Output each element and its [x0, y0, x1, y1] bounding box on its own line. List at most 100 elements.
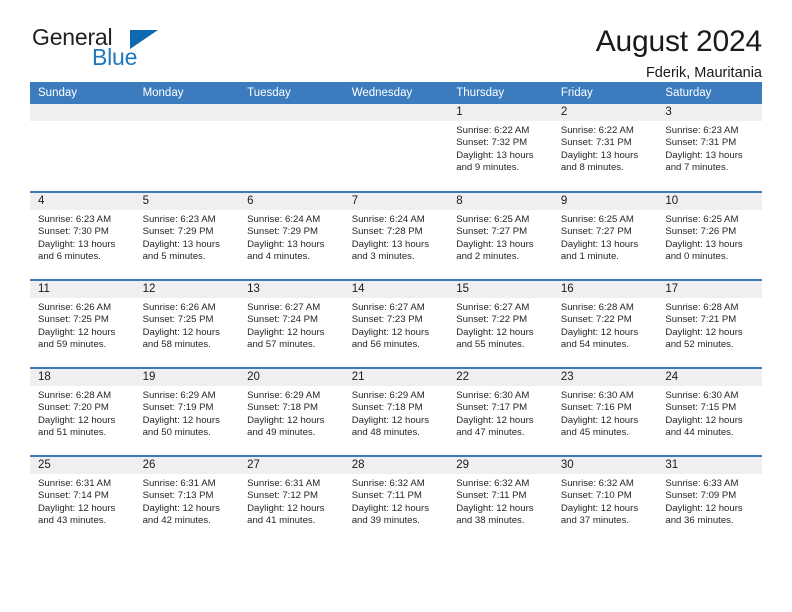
calendar-day-cell[interactable]: 4 Sunrise: 6:23 AM Sunset: 7:30 PM Daylight…	[30, 191, 135, 280]
sunset-time: Sunset: 7:13 PM	[142, 490, 214, 502]
sunset-time: Sunset: 7:16 PM	[560, 402, 632, 414]
calendar-day-cell[interactable]: 9 Sunrise: 6:25 AM Sunset: 7:27 PM Daylight…	[552, 191, 658, 280]
sunrise-time: Sunrise: 6:29 AM	[247, 390, 321, 401]
calendar-day-cell[interactable]: 16 Sunrise: 6:28 AM Sunset: 7:22 PM Dayligh…	[552, 279, 658, 368]
daylight-duration-line2: and 57 minutes.	[247, 339, 316, 351]
daylight-duration-line1: Daylight: 13 hours	[142, 238, 220, 250]
calendar-day-cell[interactable]: 24 Sunrise: 6:30 AM Sunset: 7:15 PM Dayligh…	[657, 367, 762, 456]
calendar-day-cell[interactable]: 10 Sunrise: 6:25 AM Sunset: 7:26 PM Dayligh…	[657, 191, 762, 280]
day-number: 17	[657, 281, 762, 298]
sunset-time: Sunset: 7:21 PM	[665, 314, 737, 326]
calendar-day-cell[interactable]: 30 Sunrise: 6:32 AM Sunset: 7:10 PM Dayligh…	[552, 455, 658, 544]
day-number: 20	[239, 369, 344, 386]
calendar-day-cell	[343, 104, 449, 192]
day-number: 12	[134, 281, 240, 298]
calendar-day-cell[interactable]: 7 Sunrise: 6:24 AM Sunset: 7:28 PM Daylight…	[343, 191, 449, 280]
calendar-day-cell[interactable]: 21 Sunrise: 6:29 AM Sunset: 7:18 PM Dayligh…	[343, 367, 449, 456]
day-details: Sunrise: 6:27 AM Sunset: 7:24 PM Daylight:…	[239, 298, 344, 352]
day-cell-content	[343, 104, 449, 191]
sunset-time: Sunset: 7:29 PM	[142, 226, 214, 238]
calendar-day-cell[interactable]: 8 Sunrise: 6:25 AM Sunset: 7:27 PM Daylight…	[448, 191, 553, 280]
day-number: 22	[448, 369, 553, 386]
calendar-day-cell[interactable]: 18 Sunrise: 6:28 AM Sunset: 7:20 PM Dayligh…	[30, 367, 135, 456]
sunset-time: Sunset: 7:31 PM	[665, 137, 737, 149]
weekday-header-row: Sunday Monday Tuesday Wednesday Thursday…	[30, 82, 762, 104]
day-details: Sunrise: 6:29 AM Sunset: 7:19 PM Daylight:…	[135, 386, 240, 440]
daylight-duration-line2: and 50 minutes.	[142, 427, 211, 439]
calendar-day-cell[interactable]: 2 Sunrise: 6:22 AM Sunset: 7:31 PM Daylight…	[552, 104, 658, 192]
day-cell-content: 12 Sunrise: 6:26 AM Sunset: 7:25 PM Dayligh…	[134, 281, 240, 367]
calendar-week-row: 25 Sunrise: 6:31 AM Sunset: 7:14 PM Dayligh…	[30, 455, 762, 544]
daylight-duration-line2: and 45 minutes.	[560, 427, 630, 439]
calendar-day-cell[interactable]: 11 Sunrise: 6:26 AM Sunset: 7:25 PM Dayligh…	[30, 279, 135, 368]
sunrise-time: Sunrise: 6:23 AM	[142, 214, 216, 225]
calendar-day-cell[interactable]: 13 Sunrise: 6:27 AM Sunset: 7:24 PM Dayligh…	[239, 279, 344, 368]
calendar-day-cell[interactable]: 3 Sunrise: 6:23 AM Sunset: 7:31 PM Daylight…	[657, 104, 762, 192]
daylight-duration-line2: and 38 minutes.	[456, 515, 525, 527]
calendar-day-cell[interactable]: 22 Sunrise: 6:30 AM Sunset: 7:17 PM Dayligh…	[448, 367, 553, 456]
calendar-day-cell[interactable]: 15 Sunrise: 6:27 AM Sunset: 7:22 PM Dayligh…	[448, 279, 553, 368]
calendar-day-cell[interactable]: 25 Sunrise: 6:31 AM Sunset: 7:14 PM Dayligh…	[30, 455, 135, 544]
sunset-time: Sunset: 7:31 PM	[560, 137, 632, 149]
daylight-duration-line1: Daylight: 13 hours	[560, 149, 639, 161]
calendar-day-cell[interactable]: 14 Sunrise: 6:27 AM Sunset: 7:23 PM Dayligh…	[343, 279, 449, 368]
sunrise-time: Sunrise: 6:28 AM	[665, 302, 739, 313]
weekday-header-wednesday: Wednesday	[343, 82, 449, 104]
calendar-day-cell[interactable]: 28 Sunrise: 6:32 AM Sunset: 7:11 PM Dayligh…	[343, 455, 449, 544]
day-cell-content: 28 Sunrise: 6:32 AM Sunset: 7:11 PM Dayligh…	[343, 457, 449, 544]
calendar-day-cell[interactable]: 26 Sunrise: 6:31 AM Sunset: 7:13 PM Dayligh…	[134, 455, 240, 544]
sunset-time: Sunset: 7:10 PM	[560, 490, 632, 502]
day-details: Sunrise: 6:23 AM Sunset: 7:31 PM Daylight:…	[657, 121, 762, 175]
day-number: 25	[30, 457, 135, 474]
daylight-duration-line2: and 6 minutes.	[38, 251, 101, 263]
sunset-time: Sunset: 7:18 PM	[351, 402, 423, 414]
day-details: Sunrise: 6:28 AM Sunset: 7:20 PM Daylight:…	[30, 386, 135, 440]
day-cell-content: 2 Sunrise: 6:22 AM Sunset: 7:31 PM Daylight…	[552, 104, 658, 191]
calendar-day-cell[interactable]: 23 Sunrise: 6:30 AM Sunset: 7:16 PM Dayligh…	[552, 367, 658, 456]
calendar-day-cell[interactable]: 27 Sunrise: 6:31 AM Sunset: 7:12 PM Dayligh…	[239, 455, 344, 544]
daylight-duration-line1: Daylight: 12 hours	[351, 414, 430, 426]
calendar-day-cell[interactable]: 5 Sunrise: 6:23 AM Sunset: 7:29 PM Daylight…	[134, 191, 240, 280]
calendar-day-cell[interactable]: 12 Sunrise: 6:26 AM Sunset: 7:25 PM Dayligh…	[134, 279, 240, 368]
weekday-header-thursday: Thursday	[448, 82, 553, 104]
calendar-day-cell[interactable]: 20 Sunrise: 6:29 AM Sunset: 7:18 PM Dayligh…	[239, 367, 344, 456]
day-details: Sunrise: 6:24 AM Sunset: 7:28 PM Daylight:…	[344, 210, 449, 264]
daylight-duration-line2: and 42 minutes.	[142, 515, 211, 527]
calendar-day-cell[interactable]: 6 Sunrise: 6:24 AM Sunset: 7:29 PM Daylight…	[239, 191, 344, 280]
daylight-duration-line2: and 47 minutes.	[456, 427, 525, 439]
day-details: Sunrise: 6:32 AM Sunset: 7:11 PM Daylight:…	[344, 474, 449, 528]
daylight-duration-line1: Daylight: 12 hours	[665, 502, 743, 514]
daylight-duration-line1: Daylight: 12 hours	[560, 414, 639, 426]
calendar-day-cell[interactable]: 19 Sunrise: 6:29 AM Sunset: 7:19 PM Dayligh…	[134, 367, 240, 456]
sunrise-time: Sunrise: 6:32 AM	[560, 478, 634, 489]
sunrise-time: Sunrise: 6:26 AM	[142, 302, 216, 313]
daylight-duration-line1: Daylight: 12 hours	[351, 326, 430, 338]
day-cell-content: 18 Sunrise: 6:28 AM Sunset: 7:20 PM Dayligh…	[30, 369, 135, 455]
sunrise-time: Sunrise: 6:27 AM	[351, 302, 425, 313]
sunrise-time: Sunrise: 6:27 AM	[456, 302, 530, 313]
daylight-duration-line2: and 37 minutes.	[560, 515, 630, 527]
daylight-duration-line1: Daylight: 13 hours	[560, 238, 639, 250]
daylight-duration-line2: and 4 minutes.	[247, 251, 311, 263]
calendar-day-cell[interactable]: 29 Sunrise: 6:32 AM Sunset: 7:11 PM Dayligh…	[448, 455, 553, 544]
day-cell-content: 9 Sunrise: 6:25 AM Sunset: 7:27 PM Daylight…	[552, 193, 658, 279]
calendar-body: 1 Sunrise: 6:22 AM Sunset: 7:32 PM Daylight…	[30, 104, 762, 544]
daylight-duration-line2: and 44 minutes.	[665, 427, 734, 439]
sunrise-time: Sunrise: 6:28 AM	[38, 390, 112, 401]
daylight-duration-line1: Daylight: 12 hours	[456, 502, 534, 514]
day-cell-content: 3 Sunrise: 6:23 AM Sunset: 7:31 PM Daylight…	[657, 104, 762, 191]
day-number: 8	[448, 193, 553, 210]
sunrise-time: Sunrise: 6:32 AM	[351, 478, 425, 489]
calendar-day-cell[interactable]: 17 Sunrise: 6:28 AM Sunset: 7:21 PM Dayligh…	[657, 279, 762, 368]
day-cell-content: 11 Sunrise: 6:26 AM Sunset: 7:25 PM Dayligh…	[30, 281, 135, 367]
sunset-time: Sunset: 7:25 PM	[38, 314, 109, 326]
day-details: Sunrise: 6:26 AM Sunset: 7:25 PM Daylight:…	[30, 298, 135, 352]
title-block: August 2024 Fderik, Mauritania	[596, 26, 762, 81]
calendar-week-row: 1 Sunrise: 6:22 AM Sunset: 7:32 PM Daylight…	[30, 104, 762, 192]
day-number	[239, 104, 344, 121]
calendar-day-cell[interactable]: 31 Sunrise: 6:33 AM Sunset: 7:09 PM Dayligh…	[657, 455, 762, 544]
daylight-duration-line1: Daylight: 12 hours	[142, 414, 220, 426]
calendar-day-cell[interactable]: 1 Sunrise: 6:22 AM Sunset: 7:32 PM Daylight…	[448, 104, 553, 192]
sunset-time: Sunset: 7:17 PM	[456, 402, 528, 414]
sunrise-time: Sunrise: 6:25 AM	[665, 214, 739, 225]
